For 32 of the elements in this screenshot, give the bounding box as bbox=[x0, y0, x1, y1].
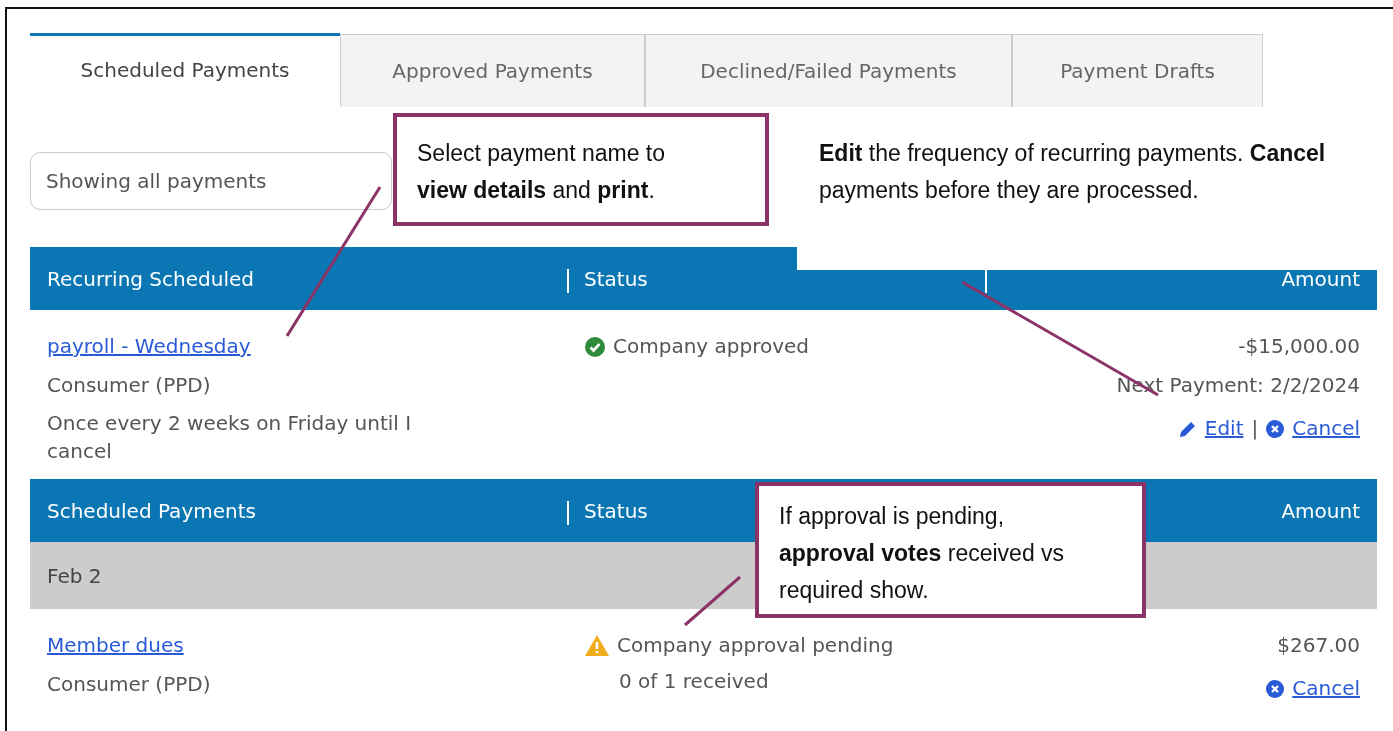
tab[interactable]: Payment Drafts bbox=[1012, 34, 1263, 107]
approval-count: 0 of 1 received bbox=[618, 668, 769, 695]
column-header: Status bbox=[583, 498, 649, 523]
tab[interactable]: Approved Payments bbox=[340, 34, 645, 107]
payment-amount: -$15,000.00 bbox=[1238, 333, 1360, 360]
cancel-circle-icon bbox=[1266, 419, 1285, 438]
leader-line bbox=[684, 575, 741, 627]
filter-dropdown[interactable]: Showing all payments bbox=[30, 152, 392, 210]
cancel-link[interactable]: Cancel bbox=[1292, 669, 1360, 708]
payment-name-link[interactable]: Member dues bbox=[47, 626, 184, 665]
column-header: Recurring Scheduled bbox=[46, 266, 255, 291]
pencil-icon bbox=[1178, 419, 1197, 438]
cancel-circle-icon bbox=[1266, 679, 1285, 698]
cancel-link[interactable]: Cancel bbox=[1292, 409, 1360, 448]
payment-amount: $267.00 bbox=[1277, 632, 1360, 659]
column-header: Scheduled Payments bbox=[46, 498, 257, 523]
edit-link[interactable]: Edit bbox=[1204, 409, 1244, 448]
payment-type: Consumer (PPD) bbox=[47, 372, 211, 399]
check-circle-icon bbox=[585, 336, 605, 357]
callout-tooltip: Select payment name to view details and print. bbox=[393, 113, 769, 226]
warning-icon bbox=[585, 635, 609, 656]
separator: | bbox=[1251, 415, 1259, 442]
payment-type: Consumer (PPD) bbox=[47, 671, 211, 698]
payment-name-link[interactable]: payroll - Wednesday bbox=[47, 327, 251, 366]
column-header: Amount bbox=[1280, 498, 1361, 523]
payment-schedule: Once every 2 weeks on Friday until I cancel bbox=[47, 410, 413, 465]
callout-tooltip: If approval is pending, approval votes received vs required show. bbox=[755, 482, 1146, 618]
status-text: Company approval pending bbox=[617, 632, 894, 659]
tab[interactable]: Declined/Failed Payments bbox=[645, 34, 1012, 107]
column-header: Status bbox=[583, 266, 649, 291]
status-text: Company approved bbox=[613, 333, 809, 360]
date-label: Feb 2 bbox=[47, 563, 102, 588]
